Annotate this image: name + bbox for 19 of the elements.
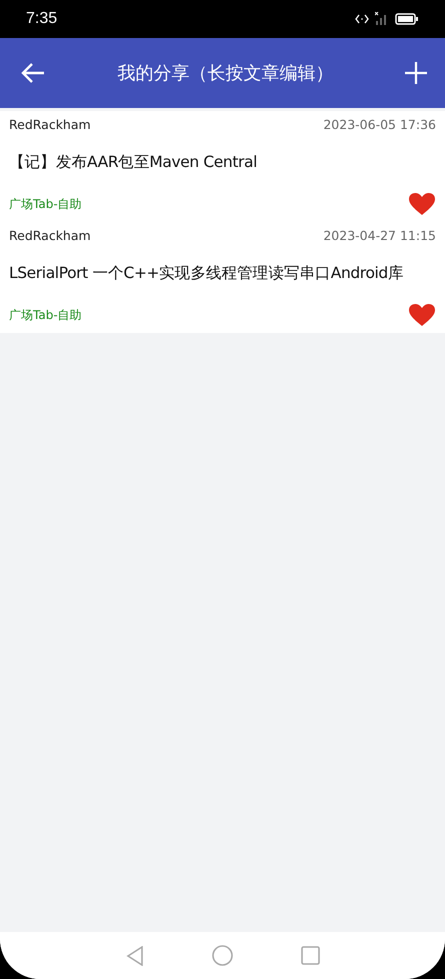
battery-icon xyxy=(395,13,419,25)
data-transfer-icon xyxy=(355,14,369,24)
status-time: 7:35 xyxy=(26,10,58,28)
article-card[interactable]: RedRackham 2023-06-05 17:36 【记】发布AAR包至Maven Central 广场Tab-自助 xyxy=(0,111,445,222)
article-category: 广场Tab-自助 xyxy=(9,306,82,324)
page-title: 我的分享（长按文章编辑） xyxy=(118,62,334,85)
plus-icon xyxy=(405,62,427,84)
heart-icon[interactable] xyxy=(408,192,436,216)
article-title: 【记】发布AAR包至Maven Central xyxy=(9,152,258,172)
article-date: 2023-04-27 11:15 xyxy=(323,228,436,243)
article-author: RedRackham xyxy=(9,228,91,243)
back-arrow-icon xyxy=(20,62,46,84)
heart-icon[interactable] xyxy=(408,303,436,327)
article-author: RedRackham xyxy=(9,117,91,132)
signal-icon xyxy=(375,12,389,26)
article-title: LSerialPort 一个C++实现多线程管理读写串口Android库 xyxy=(9,262,404,284)
article-date: 2023-06-05 17:36 xyxy=(323,117,436,132)
article-card[interactable]: RedRackham 2023-04-27 11:15 LSerialPort 一个C++实现多线程管理读写串口Android库 广场Tab-自助 xyxy=(0,222,445,333)
article-category: 广场Tab-自助 xyxy=(9,196,82,212)
